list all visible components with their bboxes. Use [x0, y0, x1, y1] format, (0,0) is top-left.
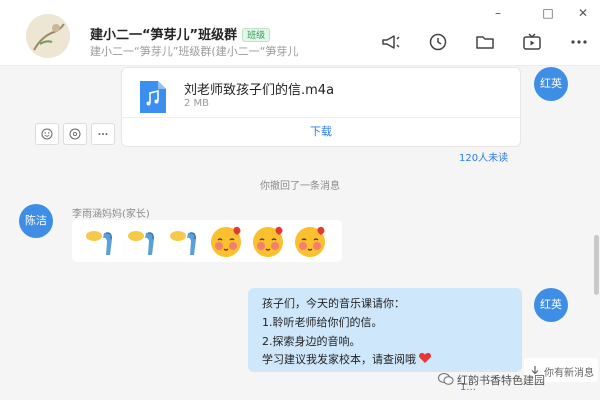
announce-icon[interactable]	[380, 31, 402, 53]
group-title: 建小二一“笋芽儿”班级群 班级	[90, 24, 271, 43]
emoji-message-bubble[interactable]	[72, 220, 342, 262]
avatar-chenjie[interactable]: 陈洁	[19, 204, 53, 238]
new-message-label: 你有新消息	[544, 368, 594, 379]
message-line: 1.聆听老师给你们的信。	[262, 316, 383, 329]
self-message-bubble[interactable]: 孩子们，今天的音乐课请你： 1.聆听老师给你们的信。 2.探索身边的音响。 学习…	[248, 288, 522, 372]
chat-scrollbar[interactable]	[594, 70, 599, 400]
thumbs-emoji	[86, 231, 112, 255]
scrollbar-thumb[interactable]	[594, 235, 599, 295]
group-title-text: 建小二一“笋芽儿”班级群	[90, 28, 238, 43]
ellipsis-icon	[98, 133, 108, 135]
message-line: 孩子们，今天的音乐课请你：	[262, 297, 405, 310]
minimize-button[interactable]: –	[489, 5, 507, 21]
blush-emoji	[295, 226, 325, 257]
message-line: 学习建议我发家校本，请查阅哦	[262, 351, 432, 367]
close-button[interactable]: ✕	[574, 5, 592, 21]
group-subtitle: 建小二一“笋芽儿”班级群(建小二一“笋芽儿	[90, 45, 299, 58]
watermark-text: 红韵书香特色建园	[457, 374, 545, 387]
file-size: 2 MB	[184, 98, 210, 109]
chat-history-icon[interactable]	[427, 31, 449, 53]
more-actions-button[interactable]	[91, 123, 115, 145]
audio-file-icon	[138, 79, 168, 115]
maximize-button[interactable]: □	[539, 5, 557, 21]
message-hover-toolbar	[35, 123, 115, 145]
avatar-hongying-self[interactable]: 红英	[534, 288, 568, 322]
divider	[122, 117, 520, 118]
group-avatar[interactable]	[26, 14, 70, 58]
file-name: 刘老师致孩子们的信.m4a	[184, 83, 335, 98]
thumbs-emoji	[170, 231, 196, 255]
blush-emoji	[211, 226, 241, 257]
chat-header: 建小二一“笋芽儿”班级群 班级 建小二一“笋芽儿”班级群(建小二一“笋芽儿 – □…	[0, 0, 600, 66]
sender-name: 李雨涵妈妈(家长)	[72, 209, 150, 220]
message-line-text: 学习建议我发家校本，请查阅哦	[262, 353, 416, 366]
download-button[interactable]: 下载	[122, 123, 520, 139]
recall-notice: 你撤回了一条消息	[260, 181, 340, 192]
smile-icon	[41, 128, 53, 140]
class-badge: 班级	[242, 28, 271, 42]
watermark: 红韵书香特色建园	[438, 372, 545, 388]
heart-icon	[418, 352, 432, 363]
thumbs-emoji	[128, 231, 154, 255]
emoji-reaction-button[interactable]	[35, 123, 59, 145]
live-icon[interactable]	[521, 31, 543, 53]
quote-button[interactable]	[63, 123, 87, 145]
file-message-card[interactable]: 刘老师致孩子们的信.m4a 2 MB 下载	[121, 67, 521, 147]
quote-icon	[69, 128, 81, 140]
more-icon[interactable]	[568, 31, 590, 53]
unread-count-link[interactable]: 120人未读	[459, 149, 508, 164]
message-line: 2.探索身边的音响。	[262, 335, 361, 348]
wechat-logo-icon	[438, 373, 454, 385]
folder-icon[interactable]	[474, 31, 496, 53]
blush-emoji	[253, 226, 283, 257]
avatar-hongying[interactable]: 红英	[534, 67, 568, 101]
